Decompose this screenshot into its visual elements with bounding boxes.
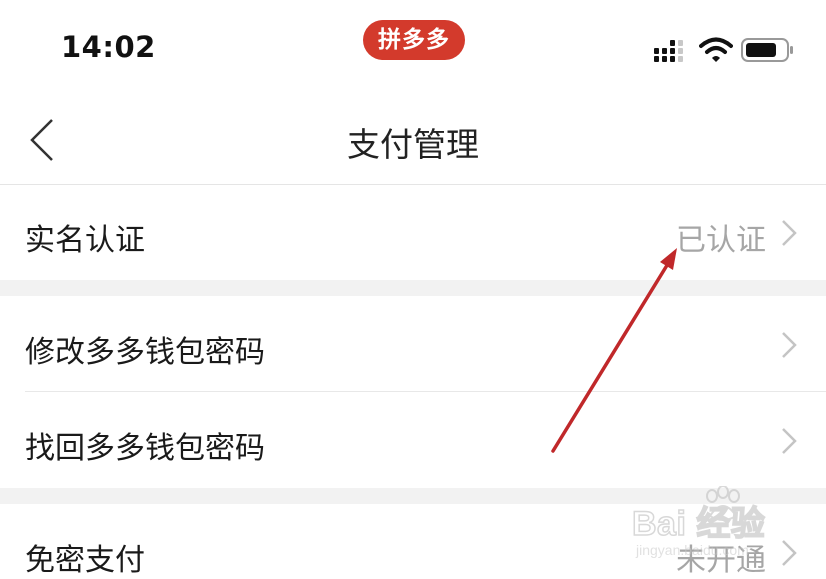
status-bar: 14:02 拼多多 (0, 0, 826, 96)
chevron-right-icon (782, 428, 797, 454)
password-free-status: 未开通 (676, 543, 766, 578)
verified-status: 已认证 (676, 223, 766, 258)
row-label: 修改多多钱包密码 (25, 335, 265, 370)
wifi-icon (699, 37, 733, 62)
list-item-recover-password[interactable]: 找回多多钱包密码 (0, 392, 826, 488)
list-item-real-name[interactable]: 实名认证 已认证 (0, 185, 826, 280)
chevron-right-icon (782, 332, 797, 358)
page-title: 支付管理 (347, 125, 479, 164)
app-badge: 拼多多 (363, 20, 465, 60)
nav-bar: 支付管理 (0, 96, 826, 185)
chevron-right-icon (782, 220, 797, 246)
section-gap (0, 280, 826, 296)
row-label: 免密支付 (25, 543, 145, 578)
signal-icon (654, 40, 683, 62)
row-label: 实名认证 (25, 223, 145, 258)
battery-icon (741, 38, 793, 62)
chevron-right-icon (782, 540, 797, 566)
list-item-password-free-pay[interactable]: 免密支付 未开通 (0, 504, 826, 578)
status-time: 14:02 (61, 30, 156, 64)
row-label: 找回多多钱包密码 (25, 431, 265, 466)
list-item-change-password[interactable]: 修改多多钱包密码 (0, 296, 826, 391)
section-gap (0, 488, 826, 504)
